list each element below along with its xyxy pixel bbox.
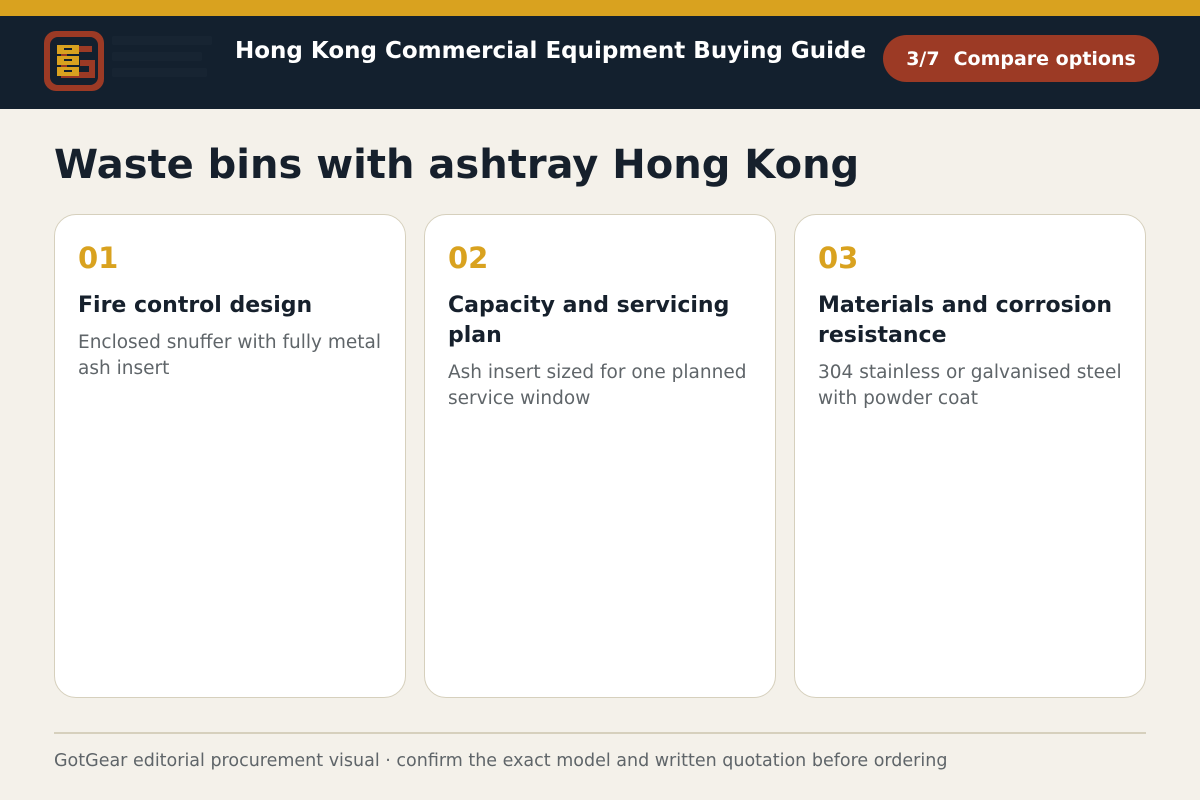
header-bar: Hong Kong Commercial Equipment Buying Gu… xyxy=(0,16,1200,109)
step-badge[interactable]: 3/7 Compare options xyxy=(883,35,1159,82)
step-label: Compare options xyxy=(953,47,1136,70)
header-title: Hong Kong Commercial Equipment Buying Gu… xyxy=(235,38,867,64)
logo-wordmark-shadow xyxy=(112,36,222,90)
top-accent-strip xyxy=(0,0,1200,16)
footer-divider xyxy=(54,732,1146,734)
card-materials: 03 Materials and corrosion resistance 30… xyxy=(794,214,1146,698)
card-description: Ash insert sized for one planned service… xyxy=(448,362,747,409)
card-heading: Capacity and servicing plan xyxy=(448,293,730,348)
card-heading: Materials and corrosion resistance xyxy=(818,293,1113,348)
gotgear-logo-icon[interactable] xyxy=(42,29,106,93)
card-description: Enclosed snuffer with fully metal ash in… xyxy=(78,332,382,379)
footer-note: GotGear editorial procurement visual · c… xyxy=(54,751,948,771)
card-heading: Fire control design xyxy=(78,293,313,318)
card-number: 02 xyxy=(448,241,489,275)
card-number: 01 xyxy=(78,241,119,275)
step-count: 3/7 xyxy=(906,47,940,70)
page-title: Waste bins with ashtray Hong Kong xyxy=(54,142,860,188)
card-description: 304 stainless or galvanised steel with p… xyxy=(818,362,1122,409)
card-number: 03 xyxy=(818,241,859,275)
card-fire-control: 01 Fire control design Enclosed snuffer … xyxy=(54,214,406,698)
card-capacity: 02 Capacity and servicing plan Ash inser… xyxy=(424,214,776,698)
